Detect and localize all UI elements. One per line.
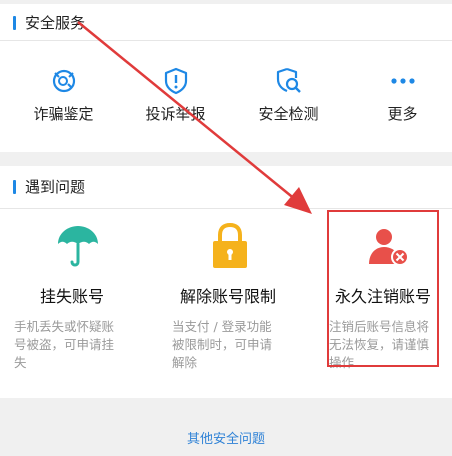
annotation-arrow (77, 21, 312, 214)
